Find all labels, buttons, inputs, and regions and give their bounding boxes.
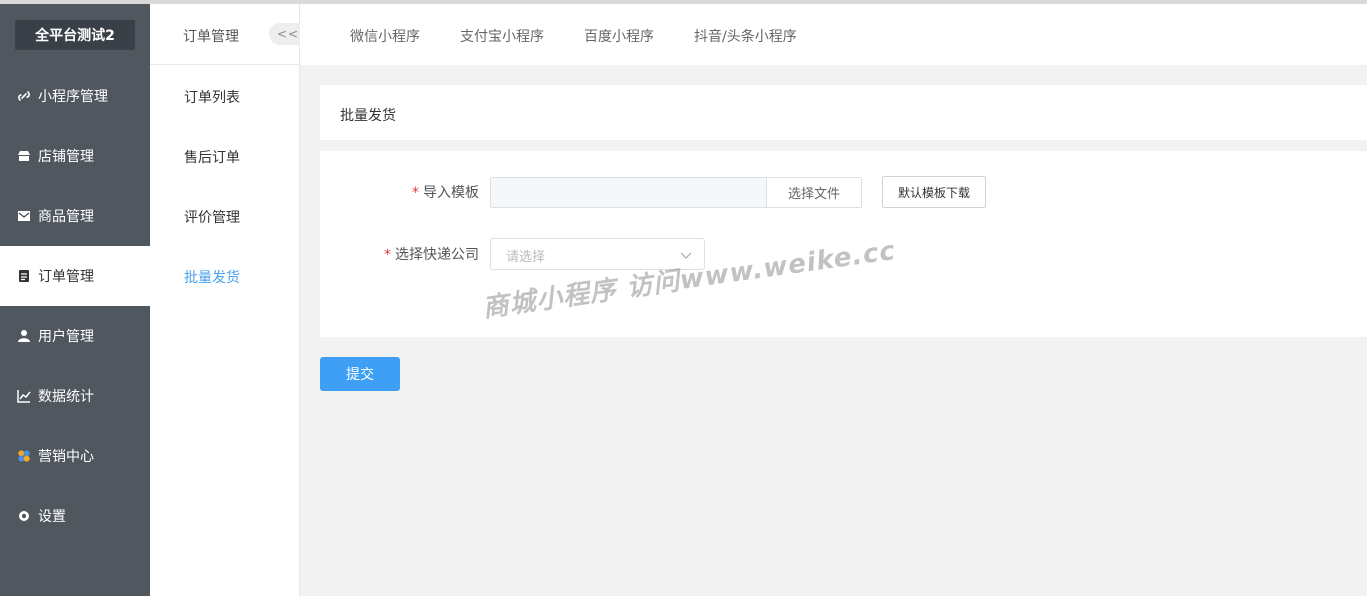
sidebar-item-miniprogram[interactable]: 小程序管理 — [0, 66, 150, 126]
store-icon — [17, 149, 31, 163]
platform-tabs: 微信小程序 支付宝小程序 百度小程序 抖音/头条小程序 — [300, 4, 1367, 65]
sidebar-item-label: 设置 — [38, 509, 66, 525]
sub-item-reviews[interactable]: 评价管理 — [184, 207, 240, 227]
select-placeholder: 请选择 — [506, 250, 546, 265]
sidebar-item-label: 营销中心 — [38, 449, 94, 465]
sidebar-item-users[interactable]: 用户管理 — [0, 306, 150, 366]
required-mark: * — [412, 185, 419, 201]
sidebar-item-stats[interactable]: 数据统计 — [0, 366, 150, 426]
sidebar-item-settings[interactable]: 设置 — [0, 486, 150, 546]
tab-alipay[interactable]: 支付宝小程序 — [460, 26, 544, 46]
import-template-label: * 导入模板 — [412, 182, 479, 202]
sidebar-item-label: 订单管理 — [38, 269, 94, 285]
submit-button[interactable]: 提交 — [320, 357, 400, 391]
user-icon — [17, 329, 31, 343]
sub-sidebar-title: 订单管理 — [183, 29, 239, 45]
sidebar-item-store[interactable]: 店铺管理 — [0, 126, 150, 186]
sub-item-order-list[interactable]: 订单列表 — [184, 87, 240, 107]
required-mark: * — [384, 247, 391, 263]
sub-sidebar: 订单管理 << 订单列表 售后订单 评价管理 批量发货 — [150, 4, 303, 596]
import-template-label-text: 导入模板 — [423, 185, 479, 201]
tab-baidu[interactable]: 百度小程序 — [584, 26, 654, 46]
sidebar-item-goods[interactable]: 商品管理 — [0, 186, 150, 246]
choose-file-button[interactable]: 选择文件 — [766, 177, 862, 208]
main-sidebar: 全平台测试2 小程序管理 店铺管理 商品管理 订单管理 用户管理 数据统计 营销… — [0, 4, 150, 596]
link-icon — [17, 89, 31, 103]
download-template-button[interactable]: 默认模板下载 — [882, 176, 986, 208]
sub-item-batch-ship[interactable]: 批量发货 — [184, 267, 240, 287]
gear-icon — [17, 509, 31, 523]
sidebar-item-label: 用户管理 — [38, 329, 94, 345]
sidebar-item-marketing[interactable]: 营销中心 — [0, 426, 150, 486]
express-company-label-text: 选择快递公司 — [395, 247, 479, 263]
mail-icon — [17, 209, 31, 223]
sidebar-item-label: 店铺管理 — [38, 149, 94, 165]
chart-icon — [17, 389, 31, 403]
sidebar-item-label: 小程序管理 — [38, 89, 108, 105]
tab-wechat[interactable]: 微信小程序 — [350, 26, 420, 46]
marketing-icon — [17, 449, 31, 463]
sub-sidebar-header: 订单管理 << — [150, 4, 303, 65]
sidebar-item-orders[interactable]: 订单管理 — [0, 246, 150, 306]
file-path-input[interactable] — [490, 177, 767, 208]
sidebar-item-label: 商品管理 — [38, 209, 94, 225]
page-title-card: 批量发货 — [320, 85, 1367, 140]
sidebar-item-label: 数据统计 — [38, 389, 94, 405]
collapse-button[interactable]: << — [269, 23, 303, 45]
express-company-label: * 选择快递公司 — [384, 244, 479, 264]
clipboard-icon — [17, 269, 31, 283]
brand-title[interactable]: 全平台测试2 — [15, 20, 135, 50]
tab-douyin[interactable]: 抖音/头条小程序 — [694, 26, 797, 46]
sub-item-after-sale[interactable]: 售后订单 — [184, 147, 240, 167]
page-title: 批量发货 — [340, 108, 396, 124]
